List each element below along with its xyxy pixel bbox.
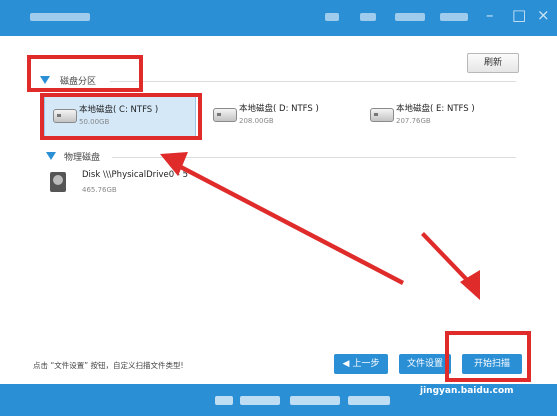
arrow-to-drive-c-head xyxy=(160,152,188,176)
annotation-arrows xyxy=(160,152,480,300)
arrow-to-start-scan xyxy=(421,232,472,285)
arrow-to-drive-c xyxy=(174,162,404,285)
